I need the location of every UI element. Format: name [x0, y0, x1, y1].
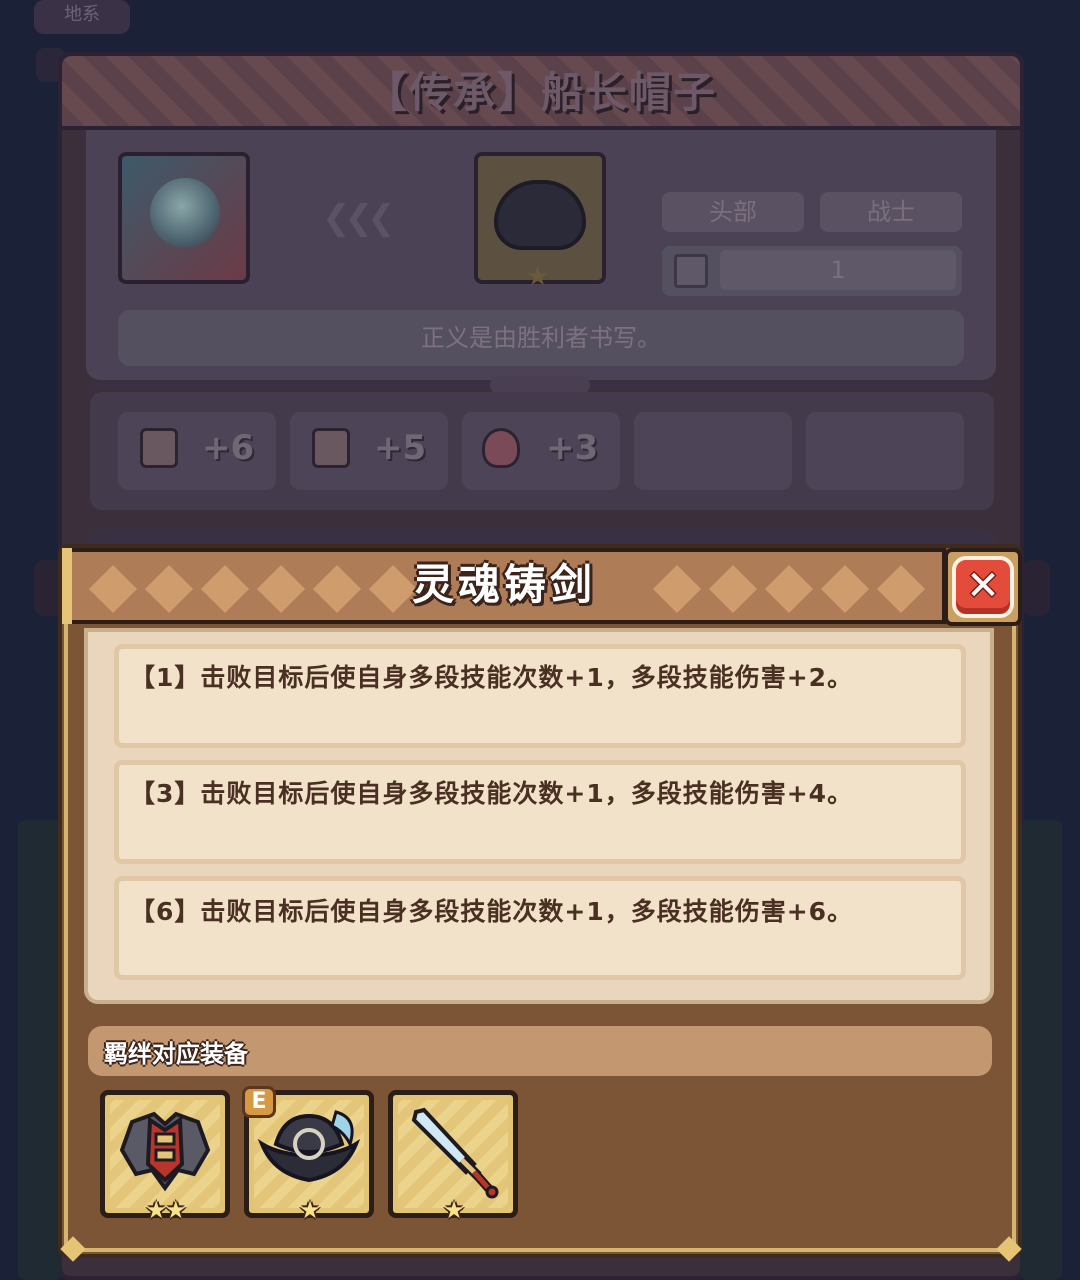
item-star-rating: ★ [526, 262, 550, 292]
fist-icon [140, 428, 178, 468]
effect-text: 【3】击败目标后使自身多段技能次数+1，多段技能伤害+4。 [130, 779, 854, 808]
stat-value: +5 [374, 428, 427, 468]
effect-text: 【6】击败目标后使自身多段技能次数+1，多段技能伤害+6。 [130, 897, 854, 926]
close-icon[interactable]: ✕ [952, 556, 1014, 618]
slot-tag: 头部 [662, 192, 804, 232]
stat-cell-empty [806, 412, 964, 490]
effect-text: 【1】击败目标后使自身多段技能次数+1，多段技能伤害+2。 [130, 663, 854, 692]
stat-value: +6 [202, 428, 255, 468]
item-quote: 正义是由胜利者书写。 [118, 310, 964, 366]
item-title: 【传承】船长帽子 [364, 68, 717, 117]
captain-hat-icon [257, 1110, 361, 1183]
level-icon [674, 254, 708, 288]
stat-value: +3 [546, 428, 599, 468]
stat-cell-empty [634, 412, 792, 490]
hero-face-icon [150, 178, 220, 248]
book-icon [312, 428, 350, 468]
level-value: 1 [720, 250, 956, 290]
captain-hat-icon [494, 180, 586, 250]
backdrop-edge [1020, 820, 1062, 1280]
set-equipment-label: 羁绊对应装备 [104, 1040, 248, 1068]
side-handle [1022, 560, 1050, 616]
element-tag: 地系 [34, 0, 130, 34]
heart-icon [482, 428, 520, 468]
dialog-title: 灵魂铸剑 [411, 560, 596, 609]
sword-icon [411, 1107, 499, 1199]
arrows-left-icon: ❮❮❮ [322, 198, 396, 238]
equipment-stars: ★★ [145, 1196, 186, 1224]
class-tag: 战士 [820, 192, 962, 232]
equipment-stars: ★ [299, 1196, 321, 1224]
equipment-stars: ★ [443, 1196, 465, 1224]
armor-icon [119, 1111, 211, 1192]
equipped-badge: E [242, 1086, 276, 1118]
backdrop-edge [18, 820, 62, 1280]
